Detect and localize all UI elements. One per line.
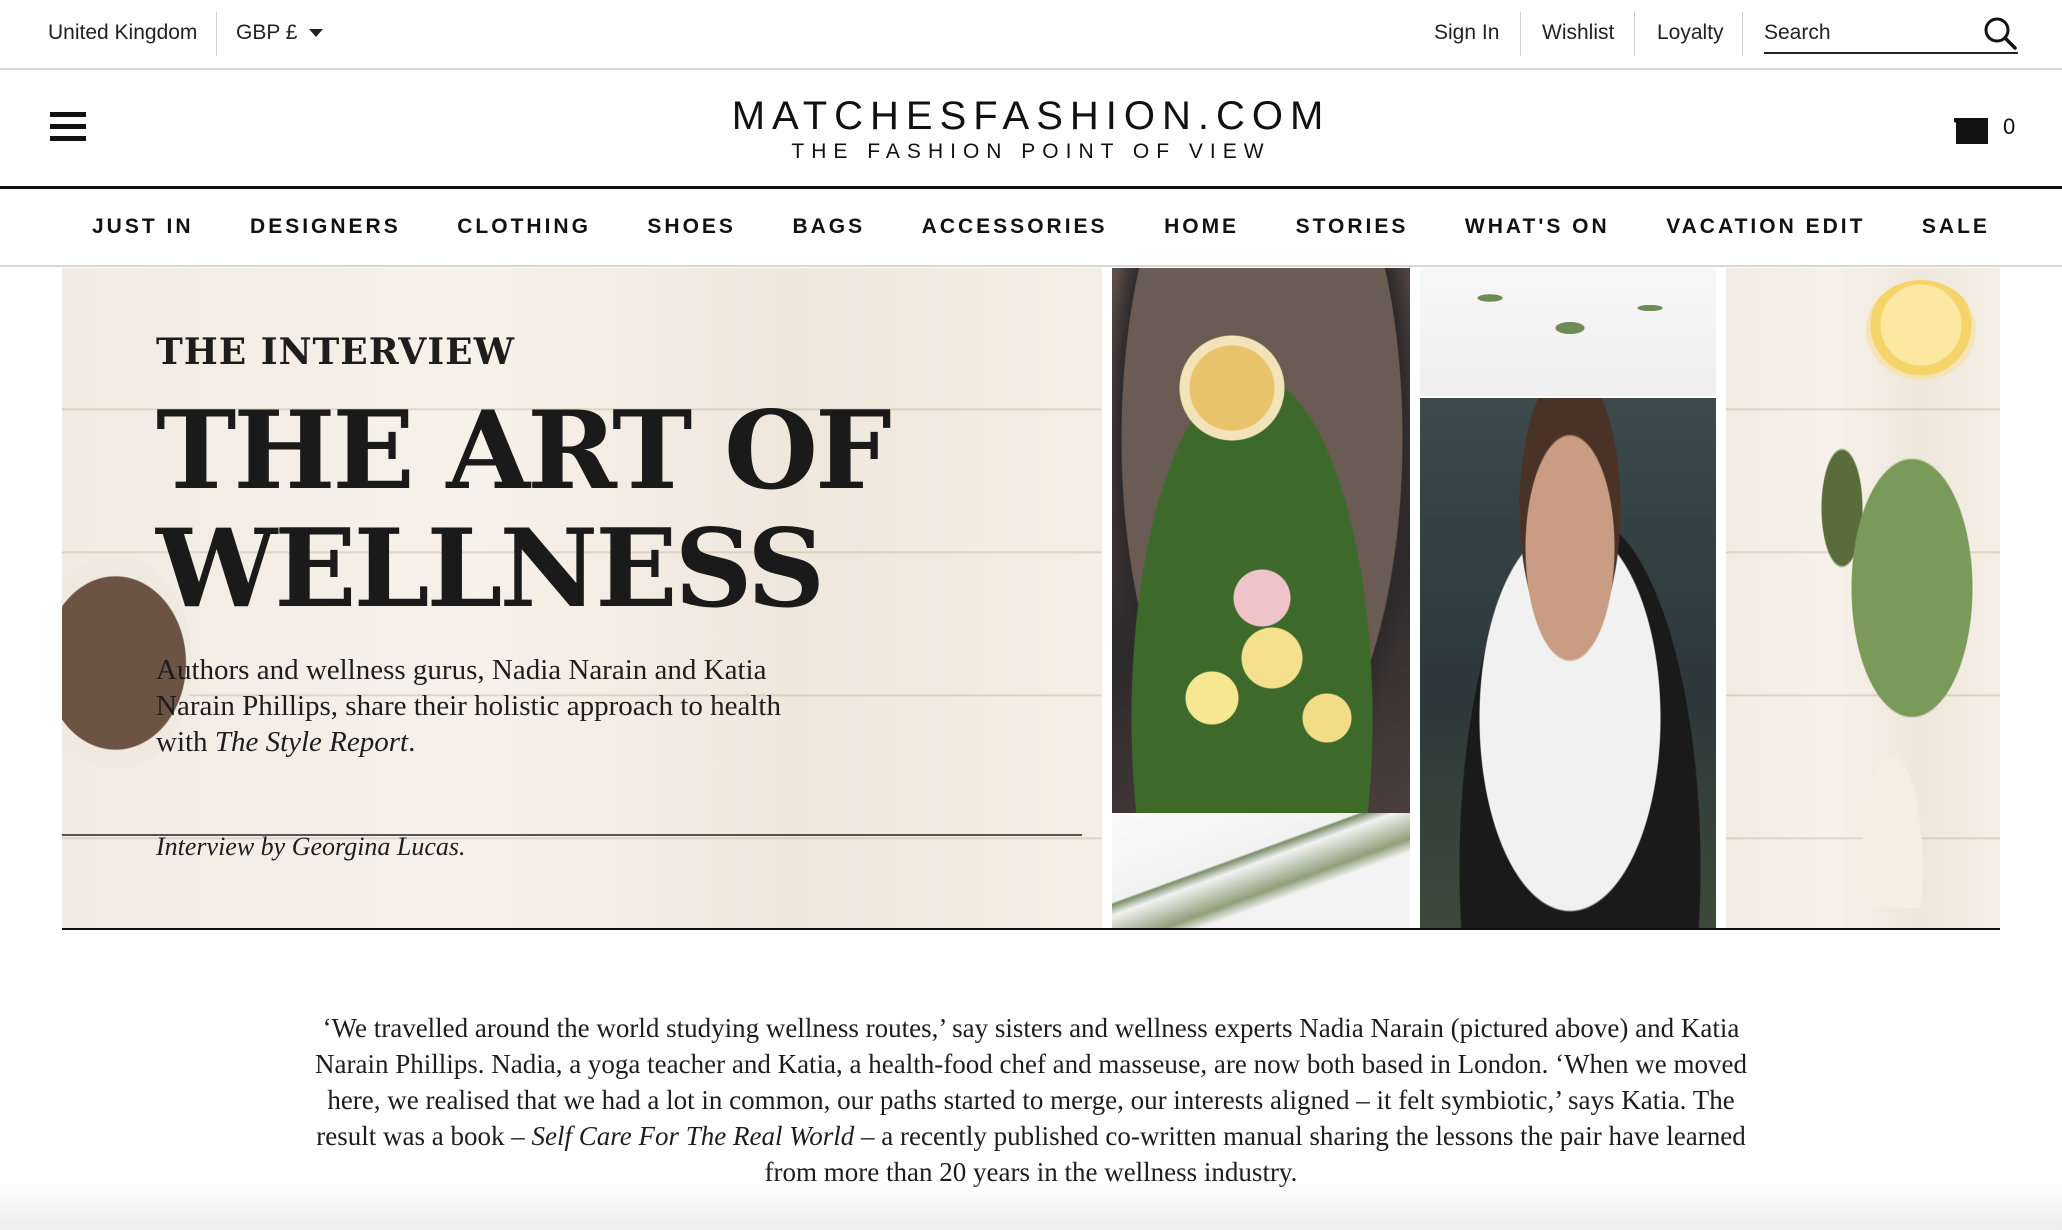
standfirst-end: . (408, 726, 416, 758)
nav-item-just-in[interactable]: JUST IN (92, 215, 194, 239)
currency-label: GBP £ (236, 21, 298, 44)
byline: Interview by Georgina Lucas. (156, 832, 466, 861)
scroll-fade (0, 1180, 2062, 1230)
nav-item-accessories[interactable]: ACCESSORIES (922, 215, 1108, 239)
main-nav: JUST IN DESIGNERS CLOTHING SHOES BAGS AC… (0, 189, 2062, 267)
nav-item-clothing[interactable]: CLOTHING (457, 215, 591, 239)
lemon-image (1866, 280, 1976, 380)
caret-down-icon (309, 29, 324, 38)
nav-item-bags[interactable]: BAGS (792, 215, 865, 239)
shopping-bag-icon[interactable] (1952, 110, 1992, 146)
nav-item-shoes[interactable]: SHOES (647, 215, 736, 239)
eucalyptus-twig-image (1420, 268, 1716, 396)
intro-text: – a recently published co-written manual… (764, 1121, 1746, 1187)
divider (216, 12, 217, 56)
palm-leaves-image (1112, 813, 1410, 928)
standfirst: Authors and wellness gurus, Nadia Narain… (156, 652, 816, 760)
nav-item-stories[interactable]: STORIES (1296, 215, 1409, 239)
search-icon[interactable] (1982, 16, 2018, 52)
nav-item-sale[interactable]: SALE (1922, 215, 1990, 239)
flowers-tray-image (1112, 268, 1410, 813)
search-input[interactable] (1764, 18, 1964, 48)
book-title: Self Care For The Real World (531, 1121, 855, 1151)
nav-item-vacation-edit[interactable]: VACATION EDIT (1666, 215, 1865, 239)
page-title: THE ART OF WELLNESS (156, 392, 1056, 628)
nav-item-home[interactable]: HOME (1164, 215, 1239, 239)
headline-line: WELLNESS (156, 506, 825, 632)
sign-in-link[interactable]: Sign In (1434, 18, 1499, 48)
divider (62, 928, 2000, 930)
wishlist-link[interactable]: Wishlist (1542, 18, 1614, 48)
divider (1520, 12, 1521, 56)
search-box (1764, 10, 2018, 54)
herbs-image (1762, 388, 1982, 908)
site-header: MATCHESFASHION.COM THE FASHION POINT OF … (0, 70, 2062, 189)
region-selector[interactable]: United Kingdom (48, 18, 197, 48)
portrait-image (1420, 398, 1716, 928)
site-tagline: THE FASHION POINT OF VIEW (791, 140, 1271, 163)
divider (1742, 12, 1743, 56)
currency-selector[interactable]: GBP £ (236, 18, 324, 48)
nav-item-designers[interactable]: DESIGNERS (250, 215, 401, 239)
article-intro: ‘We travelled around the world studying … (300, 1010, 1762, 1190)
section-kicker: THE INTERVIEW (156, 331, 516, 373)
utility-bar: United Kingdom GBP £ Sign In Wishlist Lo… (0, 0, 2062, 70)
divider (1634, 12, 1635, 56)
site-logo[interactable]: MATCHESFASHION.COM (0, 94, 2062, 139)
nav-item-whats-on[interactable]: WHAT'S ON (1465, 215, 1610, 239)
headline-line: THE ART OF (156, 388, 892, 514)
publication-name: The Style Report (214, 726, 409, 758)
loyalty-link[interactable]: Loyalty (1657, 18, 1724, 48)
bag-count[interactable]: 0 (2003, 114, 2015, 140)
